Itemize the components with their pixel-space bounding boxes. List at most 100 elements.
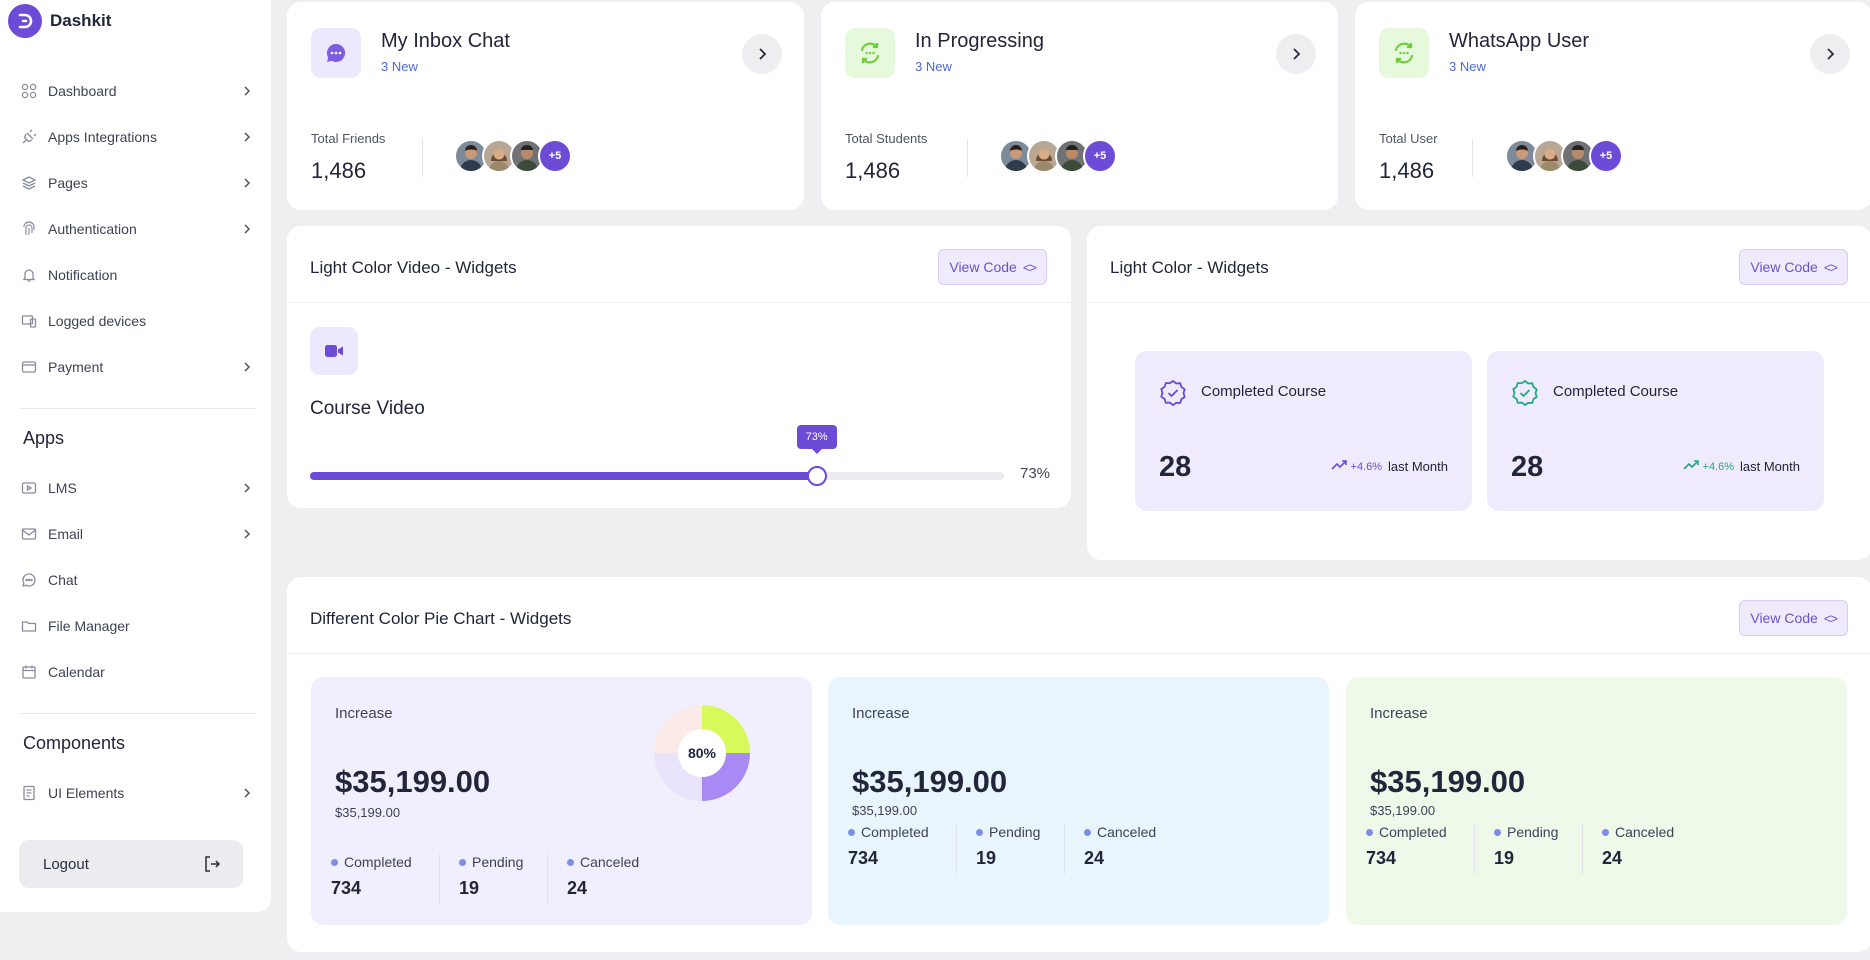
- mail-icon: [20, 525, 38, 543]
- avatar-group[interactable]: +5: [1505, 139, 1623, 173]
- trend-up-icon: [1682, 459, 1699, 474]
- sidebar-item-dashboard[interactable]: Dashboard: [20, 77, 255, 105]
- card-title: WhatsApp User: [1449, 30, 1590, 52]
- divider: [1474, 824, 1475, 874]
- progress-slider[interactable]: 73%: [310, 425, 1004, 486]
- widget-header: Light Color - Widgets View Code <>: [1087, 226, 1870, 303]
- avatar-group[interactable]: +5: [999, 139, 1117, 173]
- stat-value: 24: [1602, 848, 1623, 868]
- widget-title: Different Color Pie Chart - Widgets: [310, 609, 572, 628]
- stat-value: 734: [331, 878, 362, 898]
- view-code-label: View Code: [1750, 259, 1818, 275]
- card-subtitle[interactable]: 3 New: [915, 59, 952, 74]
- sidebar-item-label: Email: [48, 526, 84, 542]
- sidebar-item-apps-integrations[interactable]: Apps Integrations: [20, 123, 255, 151]
- open-button[interactable]: [1810, 34, 1850, 74]
- slider-thumb[interactable]: [806, 466, 827, 486]
- stat-value: 24: [567, 878, 588, 898]
- logout-button[interactable]: Logout: [19, 840, 243, 888]
- layers-icon: [20, 174, 38, 192]
- stat-value: 19: [976, 848, 997, 868]
- stat-value: 1,486: [1379, 158, 1435, 183]
- sidebar-divider: [20, 713, 255, 714]
- code-icon: <>: [1823, 259, 1838, 275]
- dot-icon: [459, 859, 466, 866]
- stat-value: 1,486: [845, 158, 901, 183]
- increase-sub-amount: $35,199.00: [852, 803, 918, 818]
- card-title: In Progressing: [915, 30, 1044, 52]
- fingerprint-icon: [20, 220, 38, 238]
- widget-header: Different Color Pie Chart - Widgets View…: [287, 577, 1870, 654]
- sidebar-item-ui-elements[interactable]: UI Elements: [20, 779, 255, 807]
- stat-label: Total User: [1379, 131, 1438, 146]
- brand-logo-icon: [8, 4, 42, 38]
- card-subtitle[interactable]: 3 New: [1449, 59, 1486, 74]
- sidebar-item-label: Chat: [48, 572, 78, 588]
- card-title: My Inbox Chat: [381, 30, 510, 52]
- stat-pending: Pending 19: [976, 824, 1040, 869]
- sidebar-item-label: Logged devices: [48, 313, 147, 329]
- sidebar-item-file-manager[interactable]: File Manager: [20, 612, 255, 640]
- chevron-right-icon: [239, 359, 255, 378]
- open-button[interactable]: [1276, 34, 1316, 74]
- wallet-icon: [20, 358, 38, 376]
- chevron-right-icon: [239, 83, 255, 102]
- chevron-right-icon: [239, 175, 255, 194]
- more-avatars-badge[interactable]: +5: [1589, 139, 1623, 173]
- stat-value: 734: [848, 848, 879, 868]
- donut-center-label: 80%: [688, 745, 717, 761]
- stat-value: 1,486: [311, 158, 367, 183]
- sidebar-item-notification[interactable]: Notification: [20, 261, 255, 289]
- course-card-title: Completed Course: [1201, 383, 1327, 400]
- avatar-group[interactable]: +5: [454, 139, 572, 173]
- stat-value: 734: [1366, 848, 1397, 868]
- stat-completed: Completed 734: [848, 824, 929, 869]
- increase-card[interactable]: Increase $35,199.00 $35,199.00 80% Compl…: [311, 677, 812, 925]
- divider: [967, 139, 968, 177]
- sidebar-item-calendar[interactable]: Calendar: [20, 658, 255, 686]
- sidebar-item-chat[interactable]: Chat: [20, 566, 255, 594]
- verified-badge-icon: [1159, 379, 1187, 412]
- more-avatars-badge[interactable]: +5: [1083, 139, 1117, 173]
- trend: +4.6% last Month: [1682, 459, 1800, 474]
- view-code-button[interactable]: View Code <>: [1739, 600, 1848, 636]
- pie-chart-widget: Different Color Pie Chart - Widgets View…: [287, 577, 1870, 952]
- whatsapp-user-card: WhatsApp User 3 New Total User 1,486 +5: [1355, 2, 1870, 210]
- stat-value: 19: [1494, 848, 1515, 868]
- dot-icon: [1494, 829, 1501, 836]
- more-avatars-badge[interactable]: +5: [538, 139, 572, 173]
- brand[interactable]: Dashkit: [8, 4, 111, 38]
- stat-label: Canceled: [1615, 824, 1675, 840]
- view-code-button[interactable]: View Code <>: [1739, 249, 1848, 285]
- sidebar-item-payment[interactable]: Payment: [20, 353, 255, 381]
- completed-course-card[interactable]: Completed Course 28 +4.6% last Month: [1487, 351, 1824, 511]
- stat-label: Canceled: [580, 854, 640, 870]
- dot-icon: [567, 859, 574, 866]
- completed-course-card[interactable]: Completed Course 28 +4.6% last Month: [1135, 351, 1472, 511]
- folder-icon: [20, 617, 38, 635]
- sidebar-item-lms[interactable]: LMS: [20, 474, 255, 502]
- code-icon: <>: [1022, 259, 1037, 275]
- divider: [439, 854, 440, 904]
- stat-label: Total Friends: [311, 131, 386, 146]
- chevron-right-icon: [239, 785, 255, 804]
- increase-card[interactable]: Increase $35,199.00 $35,199.00 Completed…: [1346, 677, 1847, 925]
- increase-card[interactable]: Increase $35,199.00 $35,199.00 Completed…: [828, 677, 1329, 925]
- sidebar-item-pages[interactable]: Pages: [20, 169, 255, 197]
- card-subtitle[interactable]: 3 New: [381, 59, 418, 74]
- view-code-button[interactable]: View Code <>: [938, 249, 1047, 285]
- sidebar-item-authentication[interactable]: Authentication: [20, 215, 255, 243]
- widget-title: Light Color - Widgets: [1110, 258, 1269, 277]
- donut-chart: 80%: [654, 705, 750, 801]
- open-button[interactable]: [742, 34, 782, 74]
- sidebar-item-logged-devices[interactable]: Logged devices: [20, 307, 255, 335]
- divider: [1064, 824, 1065, 874]
- sidebar-item-label: Authentication: [48, 221, 137, 237]
- logout-icon: [203, 855, 221, 877]
- sidebar-item-email[interactable]: Email: [20, 520, 255, 548]
- grid-icon: [20, 82, 38, 100]
- play-icon: [20, 479, 38, 497]
- in-progressing-card: In Progressing 3 New Total Students 1,48…: [821, 2, 1338, 210]
- stat-value: 24: [1084, 848, 1105, 868]
- dot-icon: [1602, 829, 1609, 836]
